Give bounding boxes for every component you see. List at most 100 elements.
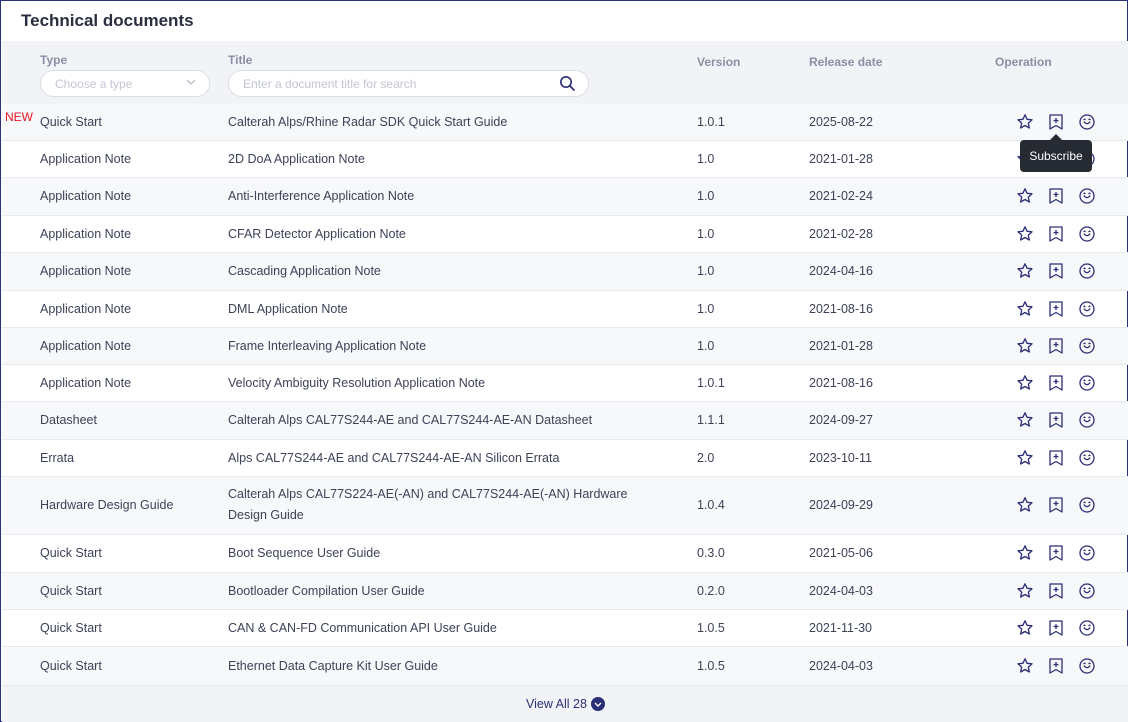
subscribe-icon[interactable] — [1047, 374, 1065, 392]
table-row: Application Note Anti-Interference Applic… — [2, 178, 1128, 216]
document-release-date: 2021-08-16 — [809, 302, 873, 316]
feedback-icon[interactable] — [1078, 449, 1096, 467]
subscribe-icon[interactable] — [1047, 262, 1065, 280]
document-version: 1.0.4 — [697, 498, 725, 512]
document-version: 1.0 — [697, 339, 715, 353]
document-release-date: 2024-04-03 — [809, 584, 873, 598]
subscribe-icon[interactable] — [1047, 225, 1065, 243]
subscribe-icon[interactable] — [1047, 496, 1065, 514]
document-version: 1.0.5 — [697, 659, 725, 673]
document-version: 2.0 — [697, 451, 715, 465]
star-icon[interactable] — [1016, 619, 1034, 637]
document-type: Application Note — [40, 302, 132, 316]
row-operations — [1016, 374, 1106, 394]
subscribe-tooltip: Subscribe — [1020, 134, 1092, 172]
table-row: Application Note Frame Interleaving Appli… — [2, 328, 1128, 365]
feedback-icon[interactable] — [1078, 300, 1096, 318]
document-type: Application Note — [40, 152, 132, 166]
title-search-input[interactable]: Enter a document title for search — [228, 70, 589, 97]
star-icon[interactable] — [1016, 411, 1034, 429]
feedback-icon[interactable] — [1078, 619, 1096, 637]
star-icon[interactable] — [1016, 300, 1034, 318]
document-title[interactable]: Cascading Application Note — [228, 261, 381, 282]
star-icon[interactable] — [1016, 544, 1034, 562]
star-icon[interactable] — [1016, 496, 1034, 514]
star-icon[interactable] — [1016, 262, 1034, 280]
feedback-icon[interactable] — [1078, 187, 1096, 205]
feedback-icon[interactable] — [1078, 225, 1096, 243]
star-icon[interactable] — [1016, 225, 1034, 243]
document-title[interactable]: Alps CAL77S244-AE and CAL77S244-AE-AN Si… — [228, 448, 559, 469]
row-operations — [1016, 619, 1106, 639]
table-row: Application Note CFAR Detector Applicatio… — [2, 216, 1128, 253]
star-icon[interactable] — [1016, 374, 1034, 392]
subscribe-icon[interactable] — [1047, 187, 1065, 205]
chevron-down-circle-icon[interactable] — [591, 697, 605, 711]
subscribe-icon[interactable] — [1047, 449, 1065, 467]
document-title[interactable]: Boot Sequence User Guide — [228, 543, 380, 564]
table-row: Quick Start Ethernet Data Capture Kit Use… — [2, 647, 1128, 686]
feedback-icon[interactable] — [1078, 337, 1096, 355]
document-title[interactable]: CFAR Detector Application Note — [228, 224, 406, 245]
table-row: Application Note Velocity Ambiguity Resol… — [2, 365, 1128, 402]
subscribe-icon[interactable] — [1047, 337, 1065, 355]
document-version: 0.3.0 — [697, 546, 725, 560]
row-operations — [1016, 657, 1106, 677]
subscribe-icon[interactable] — [1047, 619, 1065, 637]
document-title[interactable]: Anti-Interference Application Note — [228, 186, 414, 207]
document-type: Quick Start — [40, 659, 102, 673]
subscribe-icon[interactable] — [1047, 411, 1065, 429]
feedback-icon[interactable] — [1078, 582, 1096, 600]
star-icon[interactable] — [1016, 113, 1034, 131]
row-operations — [1016, 113, 1106, 133]
row-operations — [1016, 225, 1106, 245]
type-column-label: Type — [40, 53, 68, 67]
document-title[interactable]: Calterah Alps CAL77S244-AE and CAL77S244… — [228, 410, 592, 431]
document-title[interactable]: Bootloader Compilation User Guide — [228, 581, 425, 602]
document-title[interactable]: Ethernet Data Capture Kit User Guide — [228, 656, 438, 677]
row-operations — [1016, 582, 1106, 602]
feedback-icon[interactable] — [1078, 262, 1096, 280]
subscribe-icon[interactable] — [1047, 544, 1065, 562]
document-title[interactable]: Calterah Alps/Rhine Radar SDK Quick Star… — [228, 112, 507, 133]
subscribe-icon[interactable] — [1047, 582, 1065, 600]
document-version: 1.1.1 — [697, 413, 725, 427]
document-title[interactable]: Velocity Ambiguity Resolution Applicatio… — [228, 373, 485, 394]
operation-column-header: Operation — [995, 55, 1052, 69]
subscribe-icon[interactable] — [1047, 113, 1065, 131]
star-icon[interactable] — [1016, 582, 1034, 600]
document-release-date: 2021-01-28 — [809, 152, 873, 166]
star-icon[interactable] — [1016, 657, 1034, 675]
star-icon[interactable] — [1016, 449, 1034, 467]
document-title[interactable]: 2D DoA Application Note — [228, 149, 365, 170]
star-icon[interactable] — [1016, 187, 1034, 205]
document-release-date: 2023-10-11 — [809, 451, 873, 465]
table-row: Quick Start Boot Sequence User Guide 0.3.0… — [2, 535, 1128, 573]
document-title[interactable]: DML Application Note — [228, 299, 348, 320]
document-title[interactable]: Frame Interleaving Application Note — [228, 336, 426, 357]
document-type: Hardware Design Guide — [40, 498, 174, 512]
chevron-down-icon — [186, 79, 196, 85]
subscribe-icon[interactable] — [1047, 657, 1065, 675]
feedback-icon[interactable] — [1078, 411, 1096, 429]
subscribe-icon[interactable] — [1047, 300, 1065, 318]
document-version: 1.0.5 — [697, 621, 725, 635]
document-type: Application Note — [40, 189, 132, 203]
document-title[interactable]: CAN & CAN-FD Communication API User Guid… — [228, 618, 497, 639]
feedback-icon[interactable] — [1078, 496, 1096, 514]
view-all-link[interactable]: View All 28 — [526, 697, 587, 711]
search-icon[interactable] — [559, 75, 576, 92]
table-row: Quick Start Bootloader Compilation User G… — [2, 573, 1128, 610]
document-release-date: 2021-01-28 — [809, 339, 873, 353]
type-select[interactable]: Choose a type — [40, 70, 210, 97]
table-row: Errata Alps CAL77S244-AE and CAL77S244-AE… — [2, 440, 1128, 477]
document-title[interactable]: Calterah Alps CAL77S224-AE(-AN) and CAL7… — [228, 484, 658, 526]
feedback-icon[interactable] — [1078, 374, 1096, 392]
title-search-placeholder: Enter a document title for search — [243, 77, 417, 91]
row-operations — [1016, 449, 1106, 469]
feedback-icon[interactable] — [1078, 113, 1096, 131]
table-footer: View All 28 — [2, 686, 1128, 722]
star-icon[interactable] — [1016, 337, 1034, 355]
feedback-icon[interactable] — [1078, 544, 1096, 562]
feedback-icon[interactable] — [1078, 657, 1096, 675]
